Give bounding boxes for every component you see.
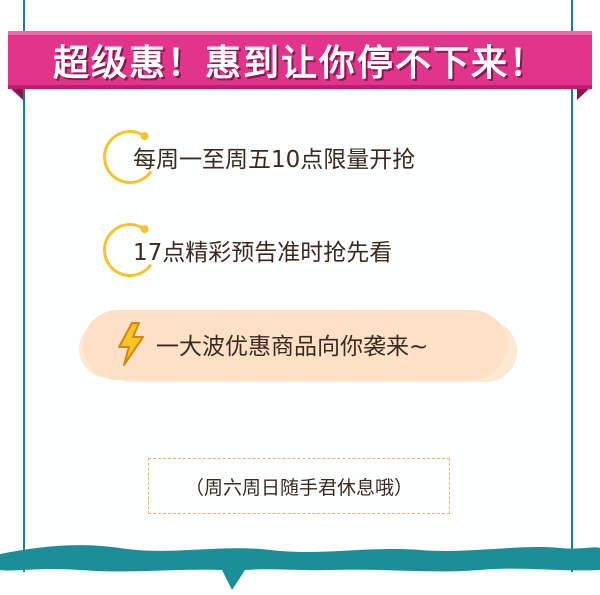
- title-banner: 超级惠！惠到让你停不下来！: [8, 31, 592, 89]
- list-item: 17点精彩预告准时抢先看: [98, 218, 393, 282]
- banner-title: 超级惠！惠到让你停不下来！: [52, 43, 547, 84]
- list-item: 每周一至周五10点限量开抢: [98, 125, 416, 189]
- bottom-wave: [0, 545, 600, 590]
- list-item: 一大波优惠商品向你袭来~: [116, 322, 428, 366]
- list-item-text: 17点精彩预告准时抢先看: [133, 240, 393, 266]
- ring-icon: [98, 125, 162, 189]
- lightning-icon: [118, 322, 144, 366]
- ring-icon: [98, 218, 162, 282]
- weekend-note: （周六周日随手君休息哦）: [148, 458, 450, 514]
- list-item-text: 每周一至周五10点限量开抢: [133, 147, 416, 173]
- list-item-text: 一大波优惠商品向你袭来~: [156, 334, 429, 360]
